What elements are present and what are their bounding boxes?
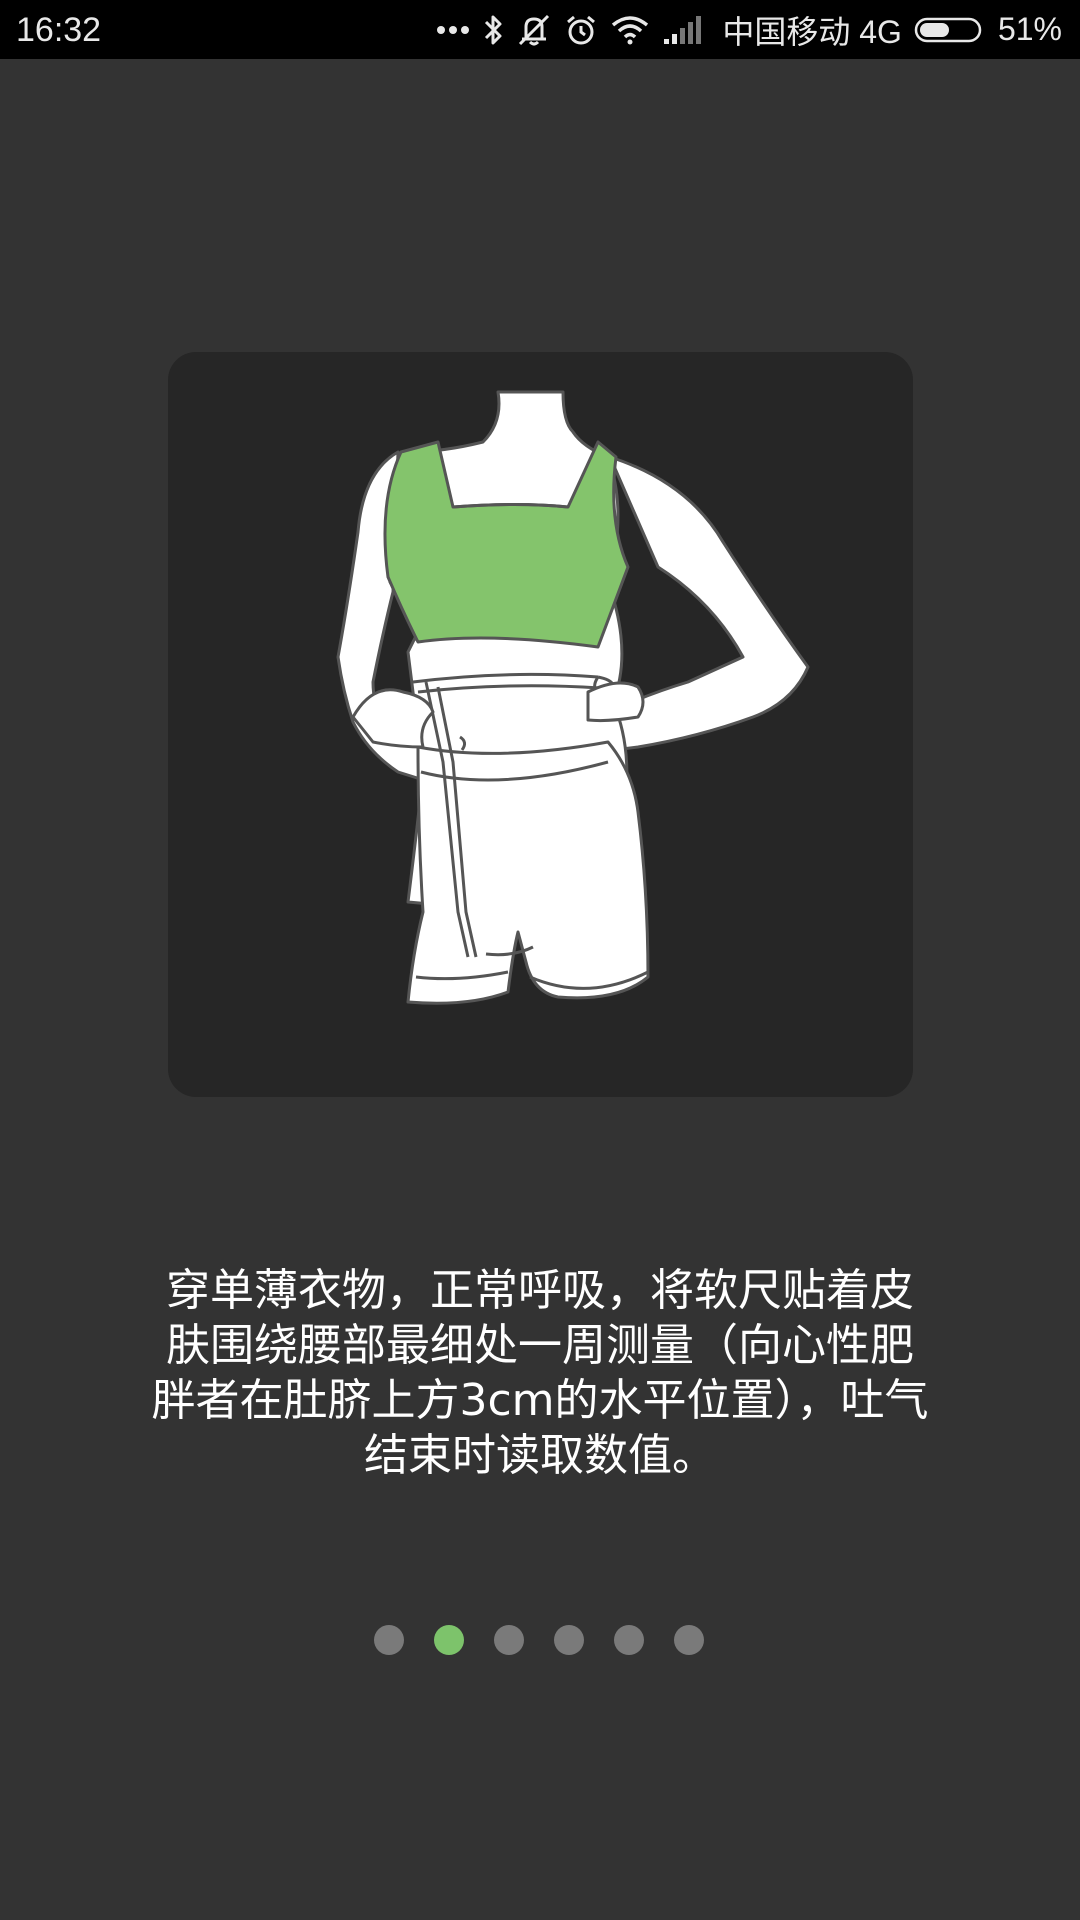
- page-dot-3[interactable]: [494, 1625, 524, 1655]
- page-dot-2[interactable]: [434, 1625, 464, 1655]
- status-time: 16:32: [16, 11, 102, 49]
- figure-right-hand: [586, 681, 645, 723]
- battery-icon: [914, 10, 986, 50]
- page-dot-4[interactable]: [554, 1625, 584, 1655]
- signal-icon: [662, 10, 702, 50]
- status-icons: 中国移动 4G 51%: [436, 0, 1062, 59]
- page-indicator: [0, 1625, 1080, 1655]
- carrier-label: 中国移动 4G: [722, 13, 902, 50]
- waist-measure-guide-screen: 16:32 中国移动 4G 51% 穿单薄衣物，正常呼吸，将软尺贴着皮肤围绕腰部…: [0, 0, 1080, 1920]
- instruction-text: 穿单薄衣物，正常呼吸，将软尺贴着皮肤围绕腰部最细处一周测量（向心性肥胖者在肚脐上…: [151, 1265, 929, 1481]
- illustration-card: [168, 352, 913, 1097]
- page-dot-1[interactable]: [374, 1625, 404, 1655]
- bluetooth-icon: [482, 10, 504, 50]
- page-dot-6[interactable]: [674, 1625, 704, 1655]
- vibrate-mute-icon: [516, 10, 552, 50]
- more-dots-icon: [436, 10, 470, 50]
- wifi-icon: [610, 10, 650, 50]
- battery-percent: 51%: [997, 11, 1062, 47]
- status-bar: 16:32 中国移动 4G 51%: [0, 0, 1080, 59]
- page-dot-5[interactable]: [614, 1625, 644, 1655]
- waist-measurement-illustration: [336, 390, 810, 1005]
- alarm-icon: [564, 10, 598, 50]
